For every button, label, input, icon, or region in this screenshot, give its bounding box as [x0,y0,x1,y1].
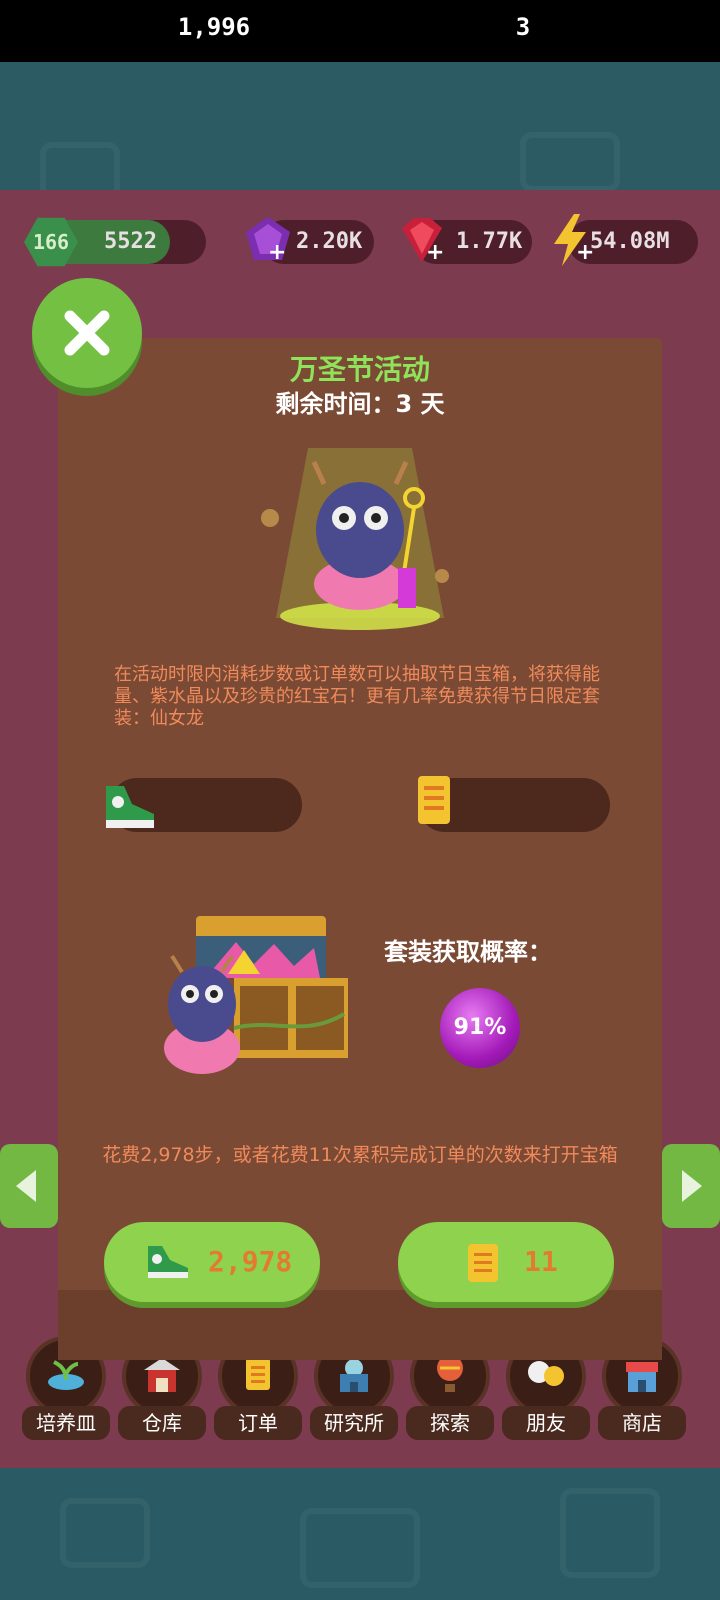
fairy-dragon-illustration [261,448,449,630]
energy-value: 54.08M [590,229,670,254]
nav-label: 研究所 [310,1406,398,1440]
prev-arrow-button[interactable] [0,1144,58,1228]
order-scroll-icon [418,776,450,824]
orders-cost-value: 11 [524,1245,558,1278]
event-title: 万圣节活动 [289,353,430,386]
ruby-value: 1.77K [456,229,523,254]
sneaker-icon [106,786,154,828]
nav-label: 订单 [214,1406,302,1440]
open-with-orders-button[interactable]: 11 [398,1222,614,1302]
nav-label: 仓库 [118,1406,206,1440]
background-bottom [0,1468,720,1600]
event-description: 在活动时限内消耗步数或订单数可以抽取节日宝箱，将获得能量、紫水晶以及珍贵的红宝石… [114,664,600,729]
probability-label: 套装获取概率： [384,938,552,966]
steps-owned-value: 1,996 [177,13,251,41]
sneaker-icon [148,1246,188,1278]
remaining-time: 剩余时间：3 天 [275,390,445,418]
amethyst-value: 2.20K [296,229,363,254]
next-arrow-button[interactable] [662,1144,720,1228]
nav-label: 商店 [598,1406,686,1440]
nav-label: 朋友 [502,1406,590,1440]
status-bar [0,0,720,62]
treasure-chest-illustration [164,916,348,1074]
amethyst-plus-icon[interactable]: + [268,240,286,265]
steps-cost-value: 2,978 [208,1245,293,1278]
probability-value: 91% [453,1015,507,1040]
probability-orb: 91% [440,988,520,1068]
steps-stat-value: 5522 [104,229,157,254]
background-top [0,62,720,202]
ruby-plus-icon[interactable]: + [426,240,444,265]
order-scroll-icon [468,1244,498,1282]
chevron-right-icon [682,1170,702,1202]
orders-owned-value: 3 [515,13,531,41]
cost-description: 花费2,978步，或者花费11次累积完成订单的次数来打开宝箱 [102,1144,618,1166]
chevron-left-icon [16,1170,36,1202]
open-with-steps-button[interactable]: 2,978 [104,1222,320,1302]
nav-label: 探索 [406,1406,494,1440]
nav-label: 培养皿 [22,1406,110,1440]
